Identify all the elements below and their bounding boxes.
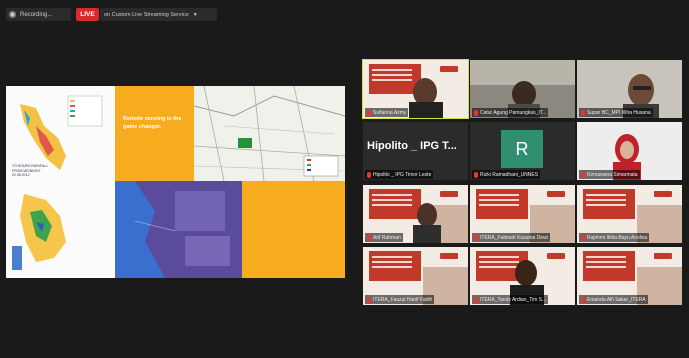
map-caption: TO HOURS RAINFALL FROM MIDNIGHT 02.08.20… [12, 164, 52, 178]
mic-muted-icon [474, 109, 478, 116]
mic-muted-icon [581, 171, 585, 178]
participant-name: Arif Rahman [373, 234, 401, 241]
participant-tile-12[interactable]: Emanda Alfi Sakar_ITERA [577, 247, 682, 305]
meeting-toolbar: Recording... LIVE on Custom Live Streami… [0, 0, 689, 24]
participant-name-bar: Rajimmi Ikhla Bayu Anolisa [579, 233, 650, 242]
live-badge[interactable]: LIVE [76, 8, 99, 21]
slide-text-panel: Remote sensing is the game changer. [115, 86, 194, 181]
participant-name: Catur Agung Pamungkas_IT... [480, 109, 547, 116]
mic-muted-icon [581, 296, 585, 303]
mic-muted-icon [367, 109, 371, 116]
mic-muted-icon [581, 234, 585, 241]
participant-name-bar: ITERA_Fatimah Kusuma Dewi [472, 233, 550, 242]
participant-tile-1[interactable]: Sufianna Azmy [362, 59, 469, 119]
participant-name: Rizki Ramadhani_UNNES [480, 171, 539, 178]
recording-indicator[interactable]: Recording... [6, 8, 71, 21]
stream-service-label: on Custom Live Streaming Service [104, 11, 189, 18]
participant-name-bar: Arif Rahman [365, 233, 403, 242]
recording-label: Recording... [20, 11, 53, 18]
mic-muted-icon [367, 234, 371, 241]
street-map-panel [194, 86, 345, 181]
stream-service-dropdown[interactable]: on Custom Live Streaming Service ▼ [100, 8, 217, 21]
participant-name-bar: Catur Agung Pamungkas_IT... [472, 108, 549, 117]
participant-name: Kirmawana Simarmata [587, 171, 638, 178]
mic-muted-icon [474, 296, 478, 303]
mic-muted-icon [367, 171, 371, 178]
participant-tile-5[interactable]: R Rizki Ramadhani_UNNES [470, 122, 575, 180]
rainfall-map-graphic [12, 95, 103, 270]
participant-name-bar: Sufianna Azmy [365, 108, 409, 117]
participant-tile-9[interactable]: Rajimmi Ikhla Bayu Anolisa [577, 185, 682, 243]
chevron-down-icon: ▼ [192, 11, 198, 18]
mic-muted-icon [581, 109, 585, 116]
mic-muted-icon [474, 234, 478, 241]
participant-name: Sufianna Azmy [373, 109, 407, 116]
participant-name-bar: ITERA_Tandy Ardian_Tim S... [472, 295, 549, 304]
participant-name-bar: ITERA_Fauzul Hanif Fadhl [365, 295, 435, 304]
participant-name: Emanda Alfi Sakar_ITERA [587, 296, 646, 303]
participant-name: Hipolito _ IPG Timor Leste [373, 171, 432, 178]
participant-tile-2[interactable]: Catur Agung Pamungkas_IT... [470, 60, 575, 118]
street-map-graphic [194, 86, 345, 181]
participant-tile-6[interactable]: Kirmawana Simarmata [577, 122, 682, 180]
participant-name: ITERA_Fatimah Kusuma Dewi [480, 234, 548, 241]
participant-name-bar: Supar BC_MPI Wira Husana [579, 108, 653, 117]
participant-tile-8[interactable]: ITERA_Fatimah Kusuma Dewi [470, 185, 575, 243]
satellite-image-graphic [115, 181, 230, 278]
participant-name: Supar BC_MPI Wira Husana [587, 109, 651, 116]
slide-blank-panel [242, 181, 345, 278]
participant-tile-3[interactable]: Supar BC_MPI Wira Husana [577, 60, 682, 118]
satellite-image-panel [115, 181, 242, 278]
mic-muted-icon [367, 296, 371, 303]
rainfall-map-panel: TO HOURS RAINFALL FROM MIDNIGHT 02.08.20… [6, 86, 115, 278]
participant-name-bar: Emanda Alfi Sakar_ITERA [579, 295, 648, 304]
slide-headline: Remote sensing is the game changer. [123, 116, 182, 130]
participant-name-bar: Rizki Ramadhani_UNNES [472, 170, 541, 179]
participant-tile-4[interactable]: Hipolito _ IPG T... Hipolito _ IPG Timor… [363, 122, 468, 180]
participant-tile-10[interactable]: ITERA_Fauzul Hanif Fadhl [363, 247, 468, 305]
mic-muted-icon [474, 171, 478, 178]
participant-tile-7[interactable]: Arif Rahman [363, 185, 468, 243]
avatar: R [501, 130, 543, 168]
participant-display-name: Hipolito _ IPG T... [367, 140, 457, 152]
participant-name-bar: Hipolito _ IPG Timor Leste [365, 170, 434, 179]
map-caption-line-1: TO HOURS RAINFALL [12, 164, 48, 168]
shared-screen: TO HOURS RAINFALL FROM MIDNIGHT 02.08.20… [6, 86, 345, 278]
map-caption-line-2: FROM MIDNIGHT 02.08.2012 [12, 168, 41, 178]
participant-name: ITERA_Fauzul Hanif Fadhl [373, 296, 433, 303]
participant-name: ITERA_Tandy Ardian_Tim S... [480, 296, 547, 303]
participant-name-bar: Kirmawana Simarmata [579, 170, 640, 179]
participant-name: Rajimmi Ikhla Bayu Anolisa [587, 234, 648, 241]
record-icon [9, 11, 16, 18]
participant-tile-11[interactable]: ITERA_Tandy Ardian_Tim S... [470, 247, 575, 305]
